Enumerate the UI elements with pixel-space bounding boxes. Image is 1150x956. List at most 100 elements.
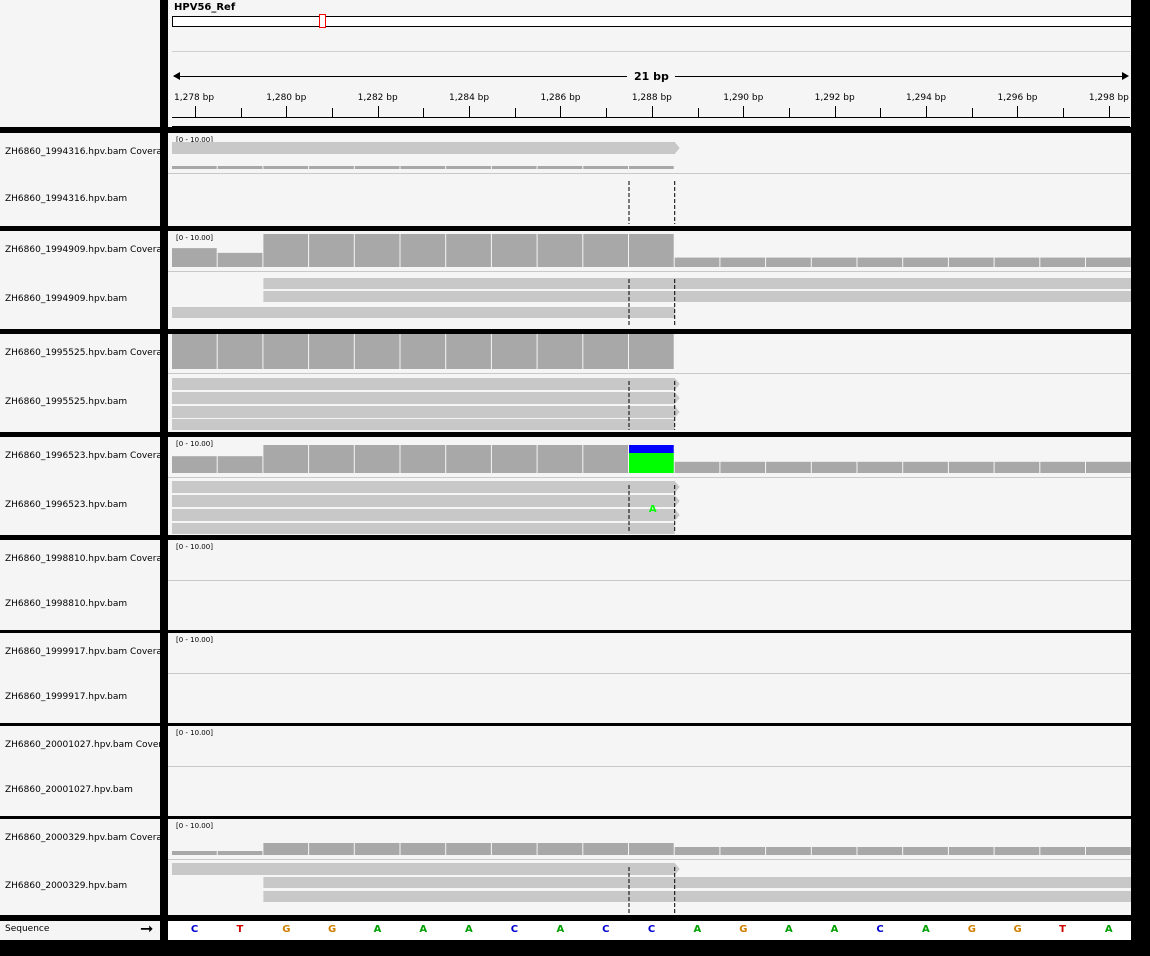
coverage-bar: [857, 461, 903, 473]
alignment-track-name[interactable]: ZH6860_1999917.hpv.bam: [5, 692, 160, 702]
alignment-track-name[interactable]: ZH6860_1995525.hpv.bam: [5, 397, 160, 407]
sequence-base: T: [236, 924, 244, 935]
coverage-bar: [446, 234, 491, 267]
track-label-panel[interactable]: ZH6860_2000329.hpv.bam Coverage ZH6860_20…: [0, 819, 160, 915]
ruler-tick-label: 1,292 bp: [814, 93, 855, 103]
coverage-track-name[interactable]: ZH6860_20001027.hpv.bam Coverage: [5, 740, 160, 750]
coverage-bar: [629, 334, 674, 369]
coverage-bar: [217, 334, 263, 369]
coverage-bar: [491, 445, 537, 473]
coverage-bar: [354, 843, 400, 855]
coverage-track-name[interactable]: ZH6860_1996523.hpv.bam Coverage: [5, 451, 160, 461]
sequence-track[interactable]: CTGGAAACACCAGAACAGGTA: [168, 921, 1131, 940]
coverage-bar: [948, 461, 994, 473]
ruler-minor-tick: [971, 108, 973, 117]
track-label-panel[interactable]: ZH6860_20001027.hpv.bam Coverage ZH6860_2…: [0, 726, 160, 816]
coverage-bar: [1040, 847, 1085, 855]
track-graphics: [172, 843, 1131, 913]
sequence-base: A: [465, 924, 473, 935]
ruler-minor-tick: [1108, 106, 1110, 117]
ruler-minor-tick: [514, 108, 516, 117]
ruler-bottom-line: [172, 126, 1130, 127]
coverage-track-name[interactable]: ZH6860_2000329.hpv.bam Coverage: [5, 833, 160, 843]
coverage-bar: [720, 847, 766, 855]
coverage-bar: [903, 847, 948, 855]
strand-arrow-icon[interactable]: ➞: [140, 919, 153, 938]
track-data-panel[interactable]: [0 - 10.00]: [168, 231, 1131, 329]
track-data-panel[interactable]: [0 - 10.00]: [168, 540, 1131, 630]
track-graphics: A: [172, 445, 1131, 534]
sequence-base: G: [1013, 924, 1022, 935]
aligned-read: [263, 891, 1131, 902]
coverage-bar: [172, 851, 217, 855]
coverage-bar: [263, 843, 309, 855]
coverage-bar: [400, 334, 446, 369]
coverage-bar: [629, 234, 674, 267]
coverage-bar: [263, 234, 309, 267]
coverage-track-name[interactable]: ZH6860_1994316.hpv.bam Coverage: [5, 147, 160, 157]
track-label-panel[interactable]: ZH6860_1998810.hpv.bam Coverage ZH6860_19…: [0, 540, 160, 630]
coverage-track-name[interactable]: ZH6860_1994909.hpv.bam Coverage: [5, 245, 160, 255]
track-label-panel[interactable]: ZH6860_1994316.hpv.bam Coverage ZH6860_19…: [0, 133, 160, 226]
sequence-base: C: [647, 924, 656, 935]
track-data-panel[interactable]: [0 - 10.00]: [168, 633, 1131, 723]
coverage-bar: [1086, 461, 1131, 473]
coverage-bar: [172, 166, 217, 169]
ruler-minor-tick: [194, 106, 196, 117]
track-label-panel[interactable]: ZH6860_1996523.hpv.bam Coverage ZH6860_19…: [0, 437, 160, 535]
coverage-bar: [674, 257, 720, 267]
coverage-bar: [172, 334, 217, 369]
alignment-track-name[interactable]: ZH6860_1998810.hpv.bam: [5, 599, 160, 609]
sequence-base: A: [784, 924, 793, 935]
alignment-track-name[interactable]: ZH6860_1996523.hpv.bam: [5, 500, 160, 510]
coverage-track-name[interactable]: ZH6860_1995525.hpv.bam Coverage: [5, 348, 160, 358]
aligned-read: [172, 406, 680, 418]
track-data-panel[interactable]: [0 - 10.00]: [168, 819, 1131, 915]
track-data-panel[interactable]: [0 - 10.00]: [168, 133, 1131, 226]
chromosome-ideogram[interactable]: [172, 16, 1132, 27]
coverage-track-name[interactable]: ZH6860_1998810.hpv.bam Coverage: [5, 554, 160, 564]
coverage-bar: [1086, 257, 1131, 267]
track-label-panel[interactable]: ZH6860_1999917.hpv.bam Coverage ZH6860_19…: [0, 633, 160, 723]
coverage-bar: [583, 166, 628, 169]
coverage-bar: [491, 843, 537, 855]
coverage-track-name[interactable]: ZH6860_1999917.hpv.bam Coverage: [5, 647, 160, 657]
coverage-bar: [537, 445, 583, 473]
coverage-bar: [857, 257, 903, 267]
coverage-bar: [811, 461, 857, 473]
ruler-minor-tick: [469, 106, 471, 117]
track-data-panel[interactable]: [0 - 595]: [168, 334, 1131, 432]
track-data-panel[interactable]: [0 - 10.00] A: [168, 437, 1131, 535]
sequence-base: G: [282, 924, 291, 935]
ruler-tick-label: 1,282 bp: [357, 93, 398, 103]
sequence-base: C: [510, 924, 519, 935]
track-label-panel[interactable]: ZH6860_1995525.hpv.bam Coverage ZH6860_19…: [0, 334, 160, 432]
track-graphics: [168, 726, 1131, 816]
track-data-panel[interactable]: [0 - 10.00]: [168, 726, 1131, 816]
track-label-panel[interactable]: ZH6860_1994909.hpv.bam Coverage ZH6860_19…: [0, 231, 160, 329]
coverage-bar: [491, 166, 537, 169]
ruler-panel: HPV56_Ref 21 bp 1,278 bp 1,280 bp 1,282 bp…: [168, 0, 1132, 127]
coverage-bar: [994, 847, 1040, 855]
coverage-bar: [811, 257, 857, 267]
coverage-bar: [446, 166, 491, 169]
alignment-track-name[interactable]: ZH6860_2000329.hpv.bam: [5, 881, 160, 891]
coverage-bar: [217, 851, 263, 855]
sequence-base: A: [556, 924, 565, 935]
alignment-track-name[interactable]: ZH6860_20001027.hpv.bam: [5, 785, 160, 795]
ruler-minor-tick: [926, 106, 928, 117]
ruler-minor-tick: [1017, 106, 1019, 117]
span-line-right: [675, 76, 1124, 77]
alignment-track-name[interactable]: ZH6860_1994316.hpv.bam: [5, 194, 160, 204]
alignment-track-name[interactable]: ZH6860_1994909.hpv.bam: [5, 294, 160, 304]
ruler-tick-label: 1,278 bp: [174, 93, 215, 103]
current-region-box[interactable]: [319, 14, 326, 28]
ruler-minor-tick: [788, 108, 790, 117]
aligned-read: [263, 278, 1131, 289]
coverage-bar: [948, 257, 994, 267]
ruler-minor-tick: [331, 108, 333, 117]
aligned-read: [172, 509, 680, 521]
coverage-bar: [491, 234, 537, 267]
coverage-bar: [1086, 847, 1131, 855]
coverage-bar: [172, 248, 217, 267]
